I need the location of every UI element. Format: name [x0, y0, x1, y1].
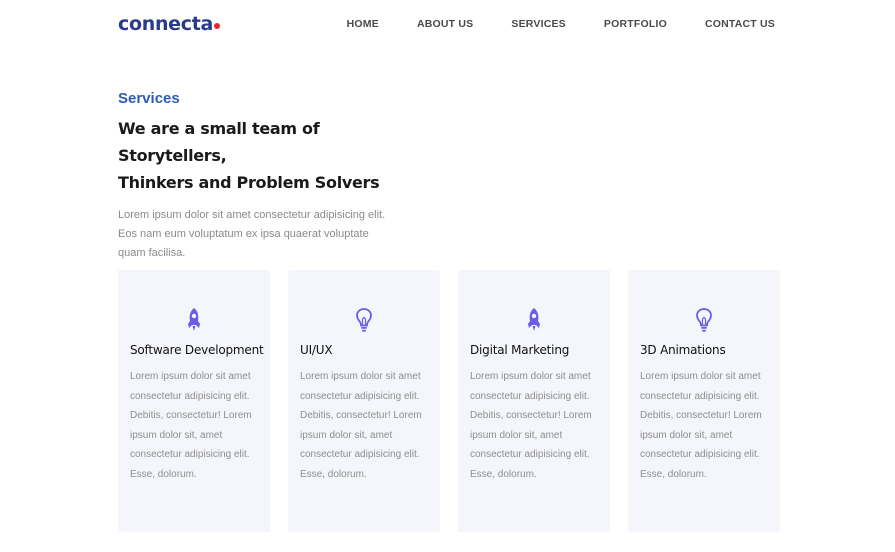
- navbar: connecta HOME ABOUT US SERVICES PORTFOLI…: [0, 0, 895, 50]
- card-description: Lorem ipsum dolor sit amet consectetur a…: [470, 371, 592, 480]
- card-description: Lorem ipsum dolor sit amet consectetur a…: [130, 371, 252, 480]
- service-card[interactable]: UI/UX Lorem ipsum dolor sit amet consect…: [288, 270, 440, 532]
- service-card[interactable]: Digital Marketing Lorem ipsum dolor sit …: [458, 270, 610, 532]
- brand-logo[interactable]: connecta: [118, 12, 221, 36]
- services-intro: Services We are a small team of Storytel…: [118, 90, 398, 263]
- card-title: 3D Animations: [640, 343, 726, 357]
- lightbulb-icon: [288, 307, 440, 333]
- service-cards: Software Development Lorem ipsum dolor s…: [118, 270, 780, 532]
- card-description: Lorem ipsum dolor sit amet consectetur a…: [640, 371, 762, 480]
- nav-home-link[interactable]: HOME: [347, 18, 379, 30]
- headline-line-2: Thinkers and Problem Solvers: [118, 173, 380, 192]
- service-card[interactable]: Software Development Lorem ipsum dolor s…: [118, 270, 270, 532]
- brand-dot: [214, 23, 221, 29]
- section-eyebrow: Services: [118, 90, 180, 107]
- rocket-icon: [118, 307, 270, 333]
- card-description: Lorem ipsum dolor sit amet consectetur a…: [300, 371, 422, 480]
- brand-name: connecta: [118, 13, 214, 35]
- lightbulb-icon: [628, 307, 780, 333]
- card-title: UI/UX: [300, 343, 333, 357]
- rocket-icon: [458, 307, 610, 333]
- section-headline: We are a small team of Storytellers, Thi…: [118, 115, 398, 196]
- headline-line-1: We are a small team of Storytellers,: [118, 119, 320, 165]
- main-nav: HOME ABOUT US SERVICES PORTFOLIO CONTACT…: [347, 18, 775, 30]
- service-card[interactable]: 3D Animations Lorem ipsum dolor sit amet…: [628, 270, 780, 532]
- card-title: Digital Marketing: [470, 343, 570, 357]
- nav-services-link[interactable]: SERVICES: [511, 18, 566, 30]
- nav-portfolio-link[interactable]: PORTFOLIO: [604, 18, 667, 30]
- nav-contact-link[interactable]: CONTACT US: [705, 18, 775, 30]
- nav-about-link[interactable]: ABOUT US: [417, 18, 473, 30]
- section-lead: Lorem ipsum dolor sit amet consectetur a…: [118, 209, 386, 259]
- card-title: Software Development: [130, 343, 264, 357]
